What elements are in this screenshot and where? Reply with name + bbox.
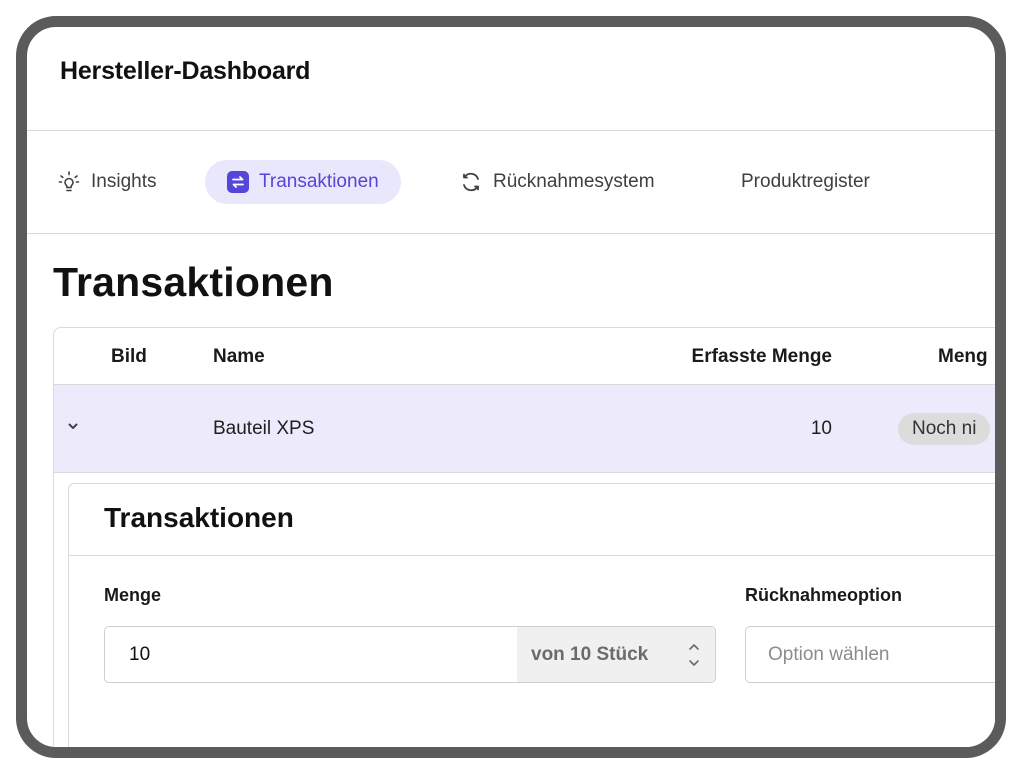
- tab-transaktionen[interactable]: Transaktionen: [205, 160, 401, 204]
- refresh-icon: [459, 170, 483, 194]
- chevron-down-icon[interactable]: [64, 417, 82, 435]
- column-header-menge[interactable]: Meng: [938, 346, 988, 368]
- page-title: Transaktionen: [53, 259, 334, 305]
- app-header: Hersteller-Dashboard: [27, 27, 995, 131]
- lightbulb-icon: [57, 170, 81, 194]
- transactions-icon: [227, 171, 249, 193]
- row-name: Bauteil XPS: [213, 418, 315, 439]
- quantity-stepper-icon[interactable]: [687, 639, 701, 671]
- tab-transaktionen-label: Transaktionen: [259, 171, 379, 192]
- row-erfasste-menge: 10: [810, 418, 832, 439]
- column-header-erfasste-menge[interactable]: Erfasste Menge: [692, 346, 832, 368]
- tab-produktregister[interactable]: Produktregister: [741, 160, 870, 204]
- menge-suffix-label: von 10 Stück: [531, 643, 649, 665]
- tab-produktregister-label: Produktregister: [741, 171, 870, 192]
- table-row[interactable]: Bauteil XPS 10 Noch ni: [54, 385, 995, 473]
- menge-suffix: von 10 Stück: [517, 627, 715, 682]
- transaction-detail-panel: Transaktionen Menge Rücknahmeoption 10 v…: [68, 483, 995, 747]
- transactions-table: Bild Name Erfasste Menge Meng Bauteil XP…: [53, 327, 995, 747]
- tab-insights[interactable]: Insights: [57, 160, 156, 204]
- detail-title: Transaktionen: [104, 502, 294, 533]
- tab-ruecknahmesystem-label: Rücknahmesystem: [493, 171, 655, 192]
- ruecknahmeoption-select[interactable]: Option wählen: [745, 626, 995, 683]
- tab-insights-label: Insights: [91, 171, 157, 192]
- tab-ruecknahmesystem[interactable]: Rücknahmesystem: [459, 160, 655, 204]
- status-badge: Noch ni: [898, 413, 991, 445]
- table-header: Bild Name Erfasste Menge Meng: [54, 328, 995, 385]
- detail-header: Transaktionen: [69, 484, 995, 556]
- window-frame: Hersteller-Dashboard Insights Transaktio…: [16, 16, 1006, 758]
- tab-bar: Insights Transaktionen Rücknahmesystem P…: [27, 131, 995, 234]
- column-header-bild[interactable]: Bild: [111, 346, 147, 368]
- menge-label: Menge: [104, 585, 162, 605]
- menge-value: 10: [129, 644, 151, 665]
- ruecknahmeoption-label: Rücknahmeoption: [745, 585, 903, 605]
- app-title: Hersteller-Dashboard: [60, 57, 311, 85]
- column-header-name[interactable]: Name: [213, 346, 265, 368]
- menge-input[interactable]: 10 von 10 Stück: [104, 626, 716, 683]
- ruecknahmeoption-placeholder: Option wählen: [768, 644, 890, 665]
